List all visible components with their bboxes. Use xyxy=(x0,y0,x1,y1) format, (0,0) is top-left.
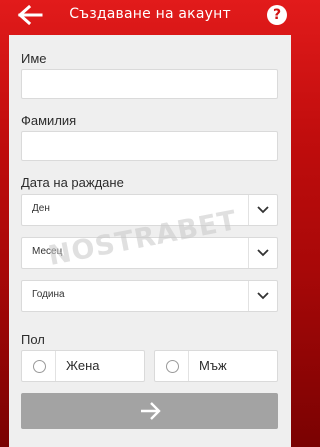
select-divider xyxy=(248,281,249,311)
gender-label: Пол xyxy=(21,332,45,347)
radio-divider xyxy=(55,351,56,381)
chevron-down-icon xyxy=(257,292,269,300)
page-title: Създаване на акаунт xyxy=(69,6,231,22)
gender-female-label: Жена xyxy=(66,358,100,373)
chevron-down-icon xyxy=(257,206,269,214)
help-icon[interactable]: ? xyxy=(267,5,287,25)
month-select[interactable]: Месец xyxy=(21,237,278,269)
gender-male-option[interactable]: Мъж xyxy=(154,350,278,382)
year-select-value: Година xyxy=(32,289,65,300)
chevron-down-icon xyxy=(257,249,269,257)
first-name-input[interactable] xyxy=(21,69,278,99)
gender-female-option[interactable]: Жена xyxy=(21,350,145,382)
arrow-right-icon xyxy=(141,402,161,420)
gender-male-label: Мъж xyxy=(199,358,227,373)
select-divider xyxy=(248,195,249,225)
day-select[interactable]: Ден xyxy=(21,194,278,226)
radio-divider xyxy=(188,351,189,381)
submit-button[interactable] xyxy=(21,393,278,429)
radio-circle-icon[interactable] xyxy=(166,360,179,373)
month-select-value: Месец xyxy=(32,246,63,257)
date-of-birth-label: Дата на раждане xyxy=(21,175,124,190)
app-header: Създаване на акаунт ? xyxy=(0,0,300,30)
radio-circle-icon[interactable] xyxy=(33,360,46,373)
year-select[interactable]: Година xyxy=(21,280,278,312)
last-name-input[interactable] xyxy=(21,131,278,161)
day-select-value: Ден xyxy=(32,203,50,214)
last-name-label: Фамилия xyxy=(21,113,77,128)
registration-form: Име Фамилия Дата на раждане Ден Месец Го… xyxy=(9,35,291,447)
select-divider xyxy=(248,238,249,268)
first-name-label: Име xyxy=(21,51,47,66)
